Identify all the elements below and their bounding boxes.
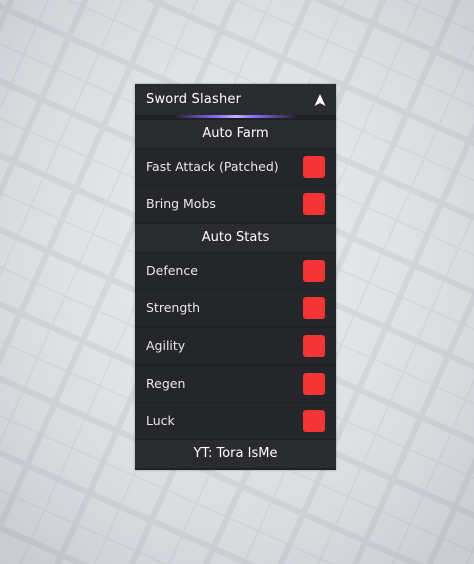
title-bar[interactable]: Sword Slasher — [135, 84, 336, 115]
option-label: Regen — [146, 376, 186, 391]
window-title: Sword Slasher — [146, 92, 242, 107]
option-label: Luck — [146, 413, 175, 428]
accent-glow-divider — [173, 115, 298, 118]
footer-credit: YT: Tora IsMe — [135, 440, 336, 468]
option-fast-attack[interactable]: Fast Attack (Patched) — [135, 149, 336, 185]
option-label: Defence — [146, 263, 198, 278]
luck-toggle[interactable] — [303, 410, 325, 432]
option-strength[interactable]: Strength — [135, 290, 336, 326]
option-bring-mobs[interactable]: Bring Mobs — [135, 186, 336, 222]
option-label: Strength — [146, 300, 201, 315]
script-hub-window: Sword Slasher Auto Farm Fast Attack (Pat… — [135, 84, 336, 470]
option-label: Fast Attack (Patched) — [146, 159, 279, 174]
section-header-auto-stats: Auto Stats — [135, 224, 336, 252]
section-header-auto-farm: Auto Farm — [135, 120, 336, 148]
option-agility[interactable]: Agility — [135, 328, 336, 364]
option-label: Agility — [146, 338, 186, 353]
option-label: Bring Mobs — [146, 196, 216, 211]
option-regen[interactable]: Regen — [135, 366, 336, 402]
arrow-up-icon[interactable] — [313, 92, 327, 106]
regen-toggle[interactable] — [303, 373, 325, 395]
bring-mobs-toggle[interactable] — [303, 193, 325, 215]
defence-toggle[interactable] — [303, 260, 325, 282]
strength-toggle[interactable] — [303, 297, 325, 319]
option-defence[interactable]: Defence — [135, 253, 336, 289]
fast-attack-toggle[interactable] — [303, 156, 325, 178]
agility-toggle[interactable] — [303, 335, 325, 357]
option-luck[interactable]: Luck — [135, 403, 336, 439]
